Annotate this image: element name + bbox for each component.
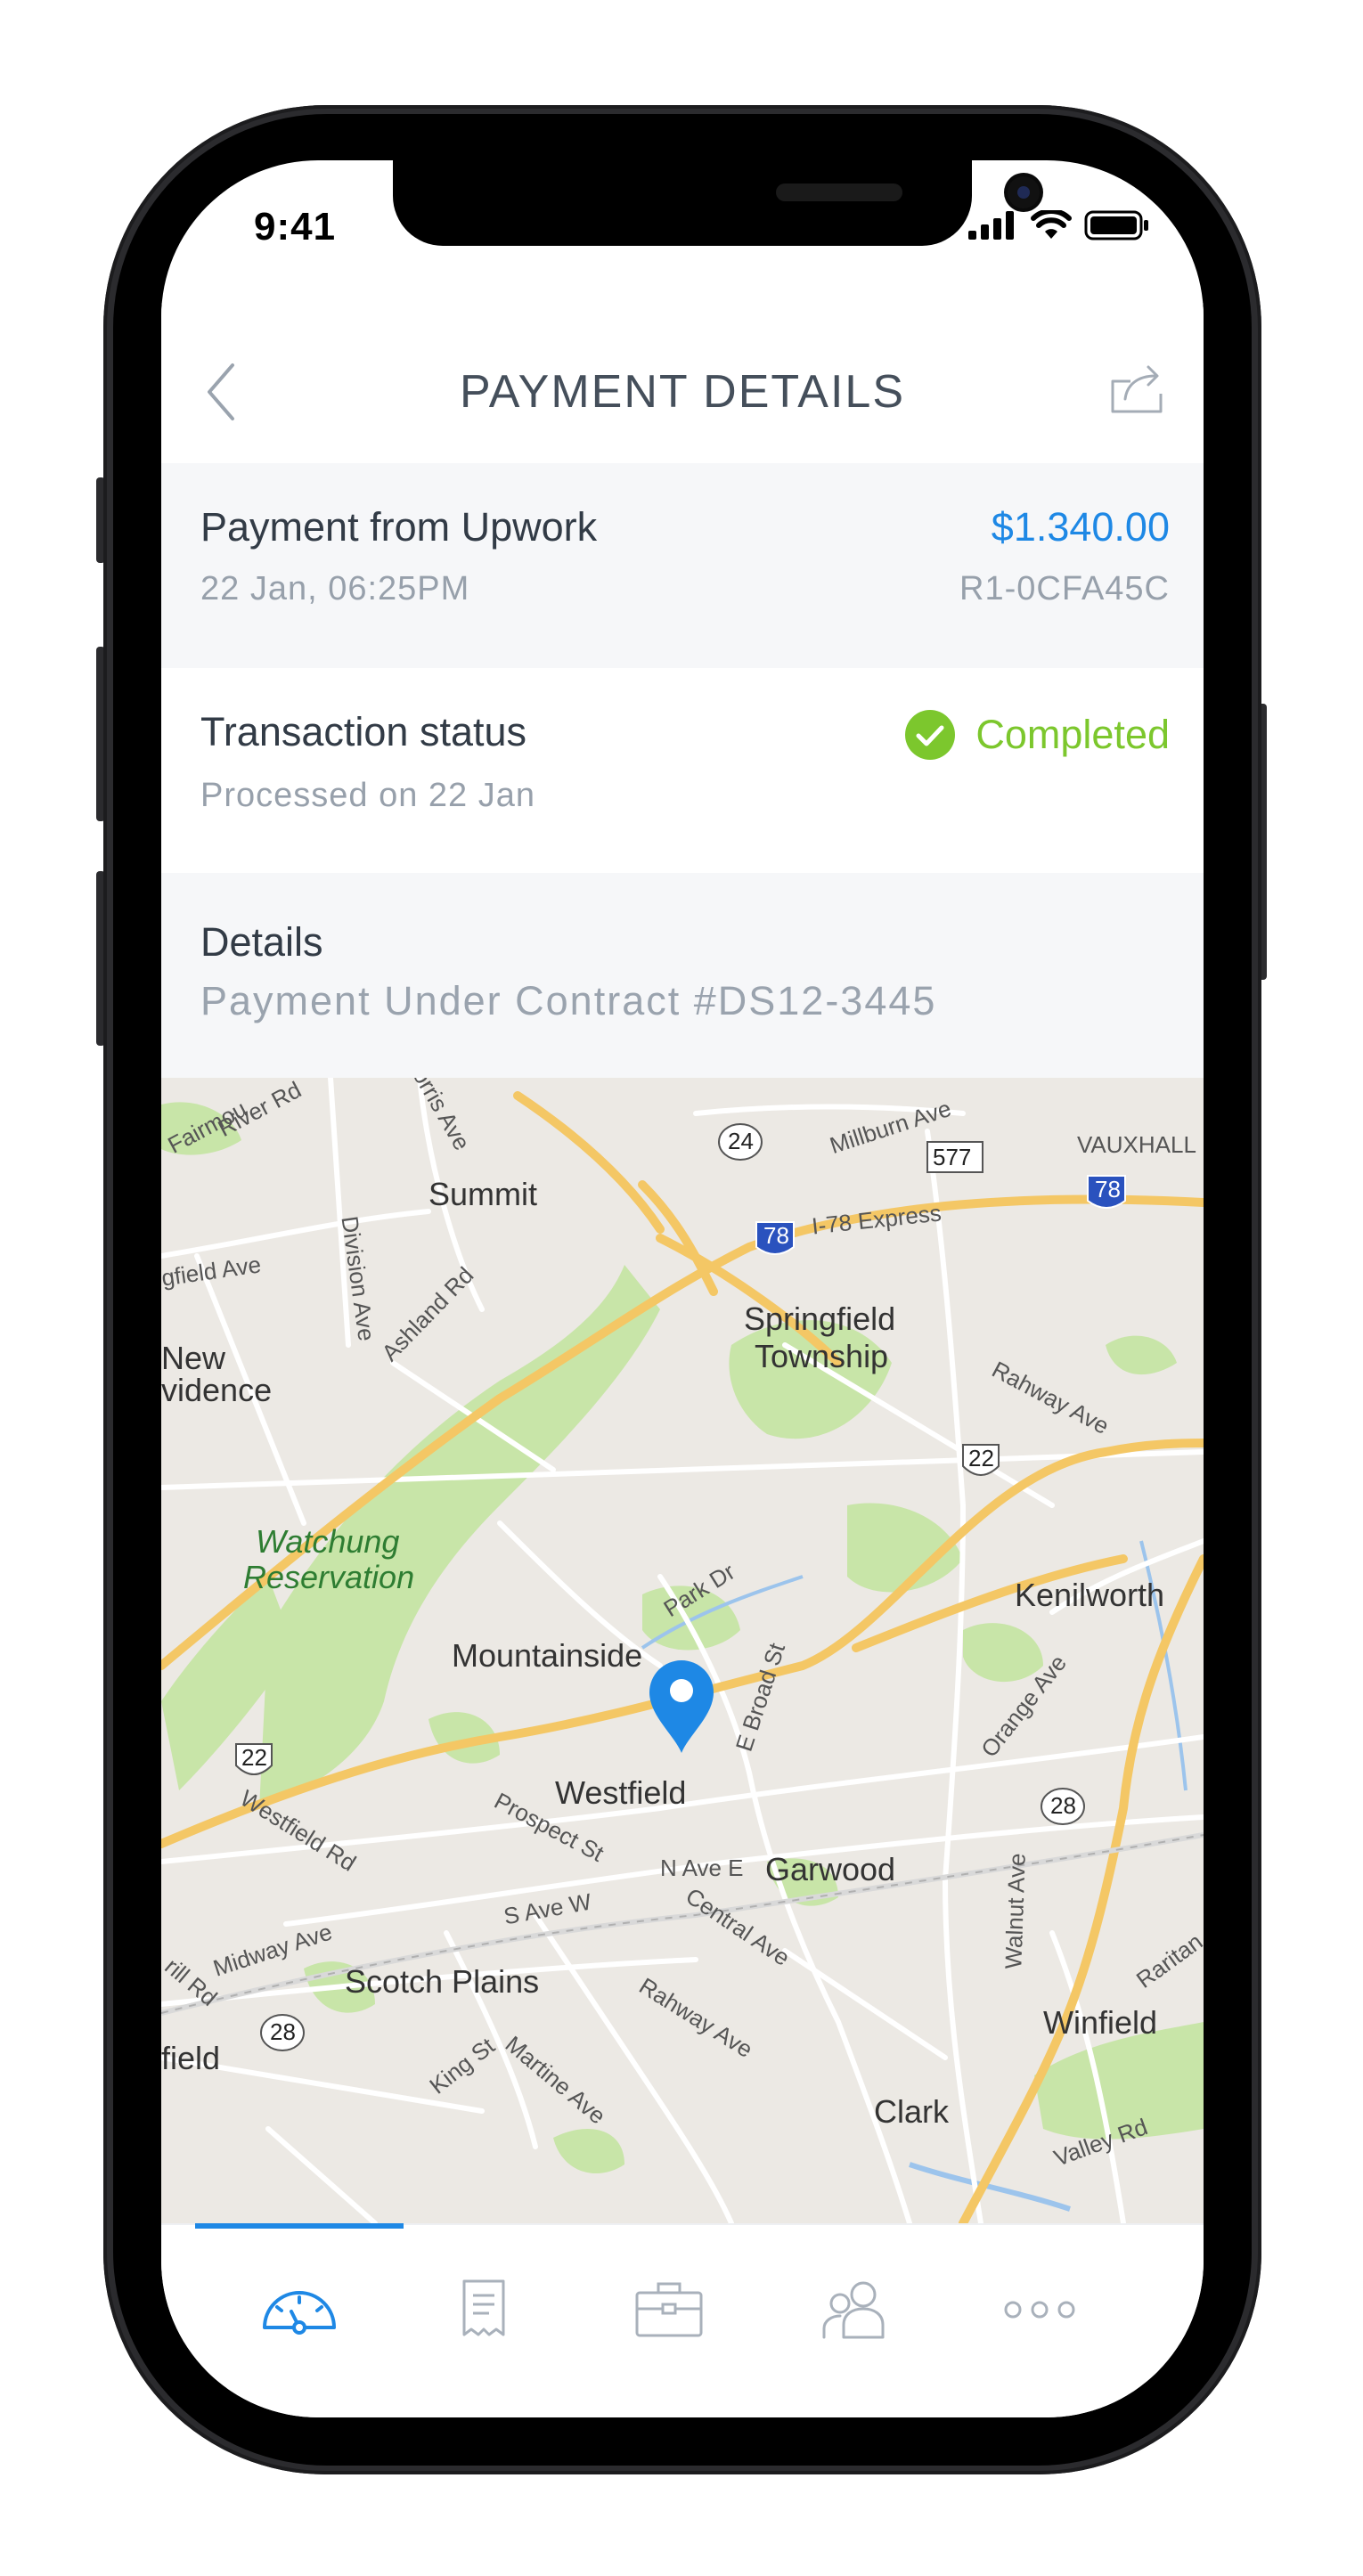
- navigation-header: PAYMENT DETAILS: [161, 303, 1204, 465]
- map-place-township: Township: [755, 1338, 889, 1374]
- status-icons: [968, 210, 1150, 240]
- notch: [393, 160, 1040, 246]
- receipt-icon: [462, 2279, 505, 2336]
- more-dots-icon: [1004, 2301, 1075, 2319]
- users-icon: [822, 2281, 885, 2339]
- map-canvas: [161, 1078, 1204, 2223]
- speedometer-icon: [263, 2291, 336, 2335]
- shield-label-22a: 22: [968, 1445, 994, 1471]
- status-time: 9:41: [254, 205, 337, 249]
- details-row: Details Payment Under Contract #DS12-344…: [161, 873, 1204, 1078]
- location-map[interactable]: 24 577 78 78 22 22 28 28 Summit Springfi…: [161, 1078, 1204, 2223]
- map-place-scotch-plains: Scotch Plains: [345, 1963, 540, 2000]
- front-camera: [1008, 176, 1040, 208]
- status-text: Completed: [975, 712, 1170, 757]
- signal-icon: [968, 211, 1014, 240]
- shield-label-78a: 78: [763, 1222, 789, 1249]
- map-place-winfield: Winfield: [1043, 2004, 1158, 2041]
- tab-dashboard[interactable]: [246, 2261, 353, 2359]
- phone-screen: 9:41 PAYMENT DETAILS Payment from Upwork…: [161, 160, 1204, 2417]
- road-n-ave-e: N Ave E: [660, 1855, 744, 1881]
- map-place-vauxhall: VAUXHALL: [1077, 1131, 1196, 1158]
- page-title: PAYMENT DETAILS: [459, 366, 906, 418]
- map-place-kenilworth: Kenilworth: [1015, 1577, 1165, 1613]
- tab-receipts[interactable]: [430, 2261, 537, 2359]
- tab-contacts[interactable]: [801, 2261, 908, 2359]
- shield-label-24: 24: [728, 1128, 754, 1154]
- share-icon[interactable]: [1106, 355, 1168, 417]
- battery-icon: [1084, 210, 1148, 240]
- shield-label-577: 577: [933, 1144, 972, 1170]
- payment-summary: Payment from Upwork 22 Jan, 06:25PM $1.3…: [161, 463, 1204, 668]
- map-place-springfield: Springfield: [744, 1300, 896, 1337]
- shield-label-28b: 28: [270, 2018, 296, 2045]
- map-place-watchung: Watchung: [256, 1523, 400, 1560]
- map-place-summit: Summit: [428, 1176, 538, 1212]
- transaction-label: Transaction status: [200, 709, 526, 754]
- active-tab-indicator: [195, 2223, 404, 2229]
- shield-label-28a: 28: [1050, 1792, 1076, 1819]
- shield-label-22b: 22: [241, 1744, 267, 1771]
- map-place-clark: Clark: [874, 2093, 950, 2130]
- transaction-processed: Processed on 22 Jan: [200, 777, 536, 814]
- transaction-status-row: Transaction status Processed on 22 Jan C…: [161, 668, 1204, 873]
- payment-reference: R1-0CFA45C: [959, 570, 1170, 607]
- map-place-westfield: Westfield: [555, 1774, 687, 1811]
- payment-date: 22 Jan, 06:25PM: [200, 570, 470, 607]
- tab-bar: [161, 2223, 1204, 2417]
- payment-amount: $1.340.00: [991, 504, 1170, 550]
- map-place-garwood: Garwood: [765, 1851, 896, 1887]
- shield-label-78b: 78: [1095, 1176, 1121, 1202]
- status-badge: Completed: [904, 709, 1170, 761]
- map-place-field: field: [161, 2040, 221, 2076]
- briefcase-icon: [635, 2282, 703, 2337]
- payment-label: Payment from Upwork: [200, 504, 598, 550]
- map-place-reservation: Reservation: [243, 1559, 415, 1595]
- map-place-mountainside: Mountainside: [452, 1637, 643, 1674]
- location-pin-icon[interactable]: [646, 1657, 717, 1757]
- details-value: Payment Under Contract #DS12-3445: [200, 978, 937, 1023]
- speaker: [776, 183, 902, 201]
- wifi-icon: [1031, 210, 1072, 239]
- tab-briefcase[interactable]: [616, 2261, 722, 2359]
- check-circle-icon: [905, 710, 956, 760]
- road-walnut: Walnut Ave: [1000, 1852, 1031, 1970]
- map-place-vidence: vidence: [161, 1372, 273, 1408]
- tab-more[interactable]: [986, 2261, 1093, 2359]
- details-label: Details: [200, 919, 323, 965]
